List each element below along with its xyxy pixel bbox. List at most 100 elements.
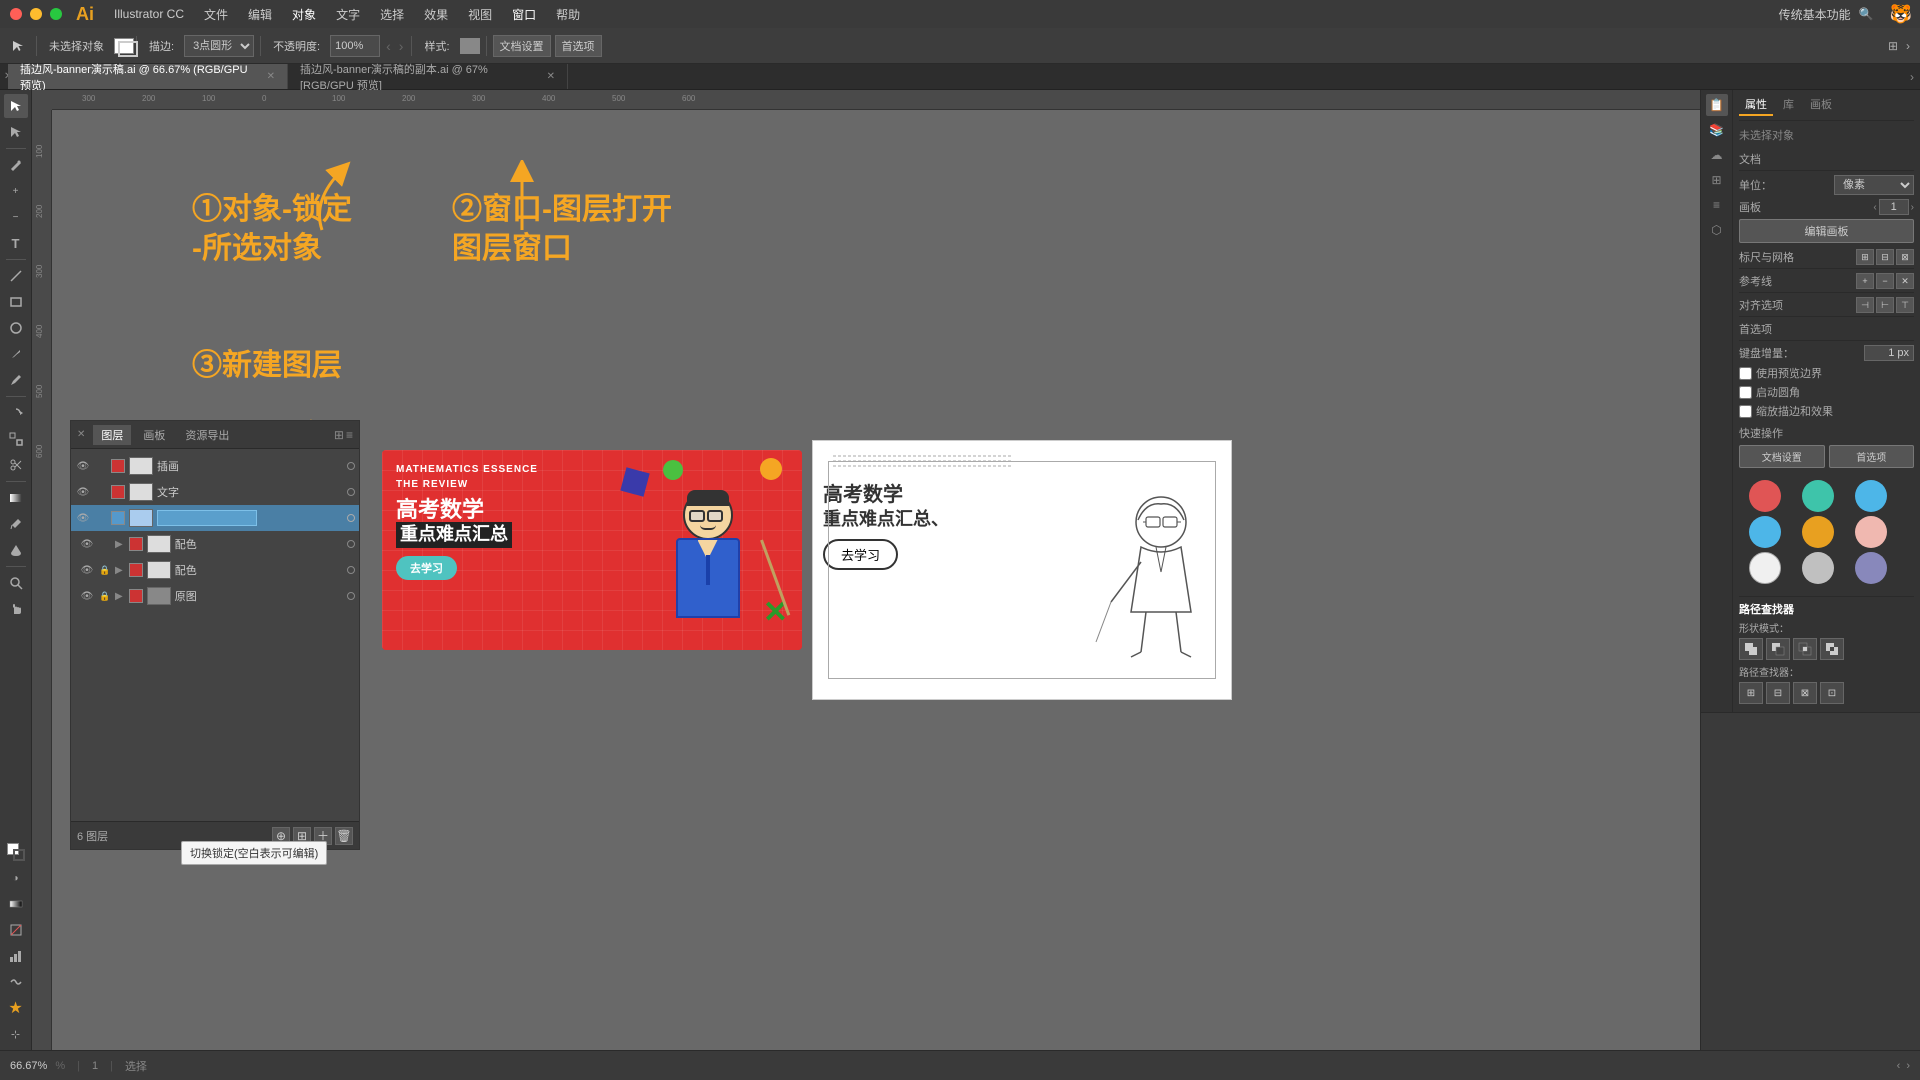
status-nav-right[interactable]: ›: [1906, 1060, 1910, 1072]
minimize-button[interactable]: [30, 8, 42, 20]
clear-guide-icon[interactable]: ✕: [1896, 273, 1914, 289]
menu-object[interactable]: 对象: [284, 4, 324, 25]
paint-bucket-tool[interactable]: [4, 538, 28, 562]
eyedropper-tool[interactable]: [4, 512, 28, 536]
properties-icon[interactable]: 📋: [1706, 94, 1728, 116]
artboard-next[interactable]: ›: [1911, 202, 1914, 213]
color-swatch-purple[interactable]: [1855, 552, 1887, 584]
unit-select[interactable]: 像素: [1834, 175, 1914, 195]
snap-bounds-checkbox[interactable]: [1739, 367, 1752, 380]
maximize-button[interactable]: [50, 8, 62, 20]
layer-eye-color1[interactable]: 👁: [79, 536, 95, 552]
pathfinder-icon[interactable]: ⬡: [1706, 219, 1728, 241]
layer-expand-color2[interactable]: ▶: [115, 565, 123, 576]
gradient-tool[interactable]: [4, 486, 28, 510]
rp-tab-artboards[interactable]: 画板: [1804, 94, 1838, 116]
color-swatch-blue[interactable]: [1855, 480, 1887, 512]
color-swatch-red[interactable]: [1749, 480, 1781, 512]
brush-tool[interactable]: [4, 342, 28, 366]
remove-anchor-tool[interactable]: −: [4, 205, 28, 229]
menu-edit[interactable]: 编辑: [240, 4, 280, 25]
scissors-tool[interactable]: [4, 453, 28, 477]
menu-window[interactable]: 窗口: [504, 4, 544, 25]
layer-eye-illustration[interactable]: 👁: [75, 458, 91, 474]
pen-tool[interactable]: [4, 153, 28, 177]
menu-text[interactable]: 文字: [328, 4, 368, 25]
snapping-icon[interactable]: ⊠: [1896, 249, 1914, 265]
scale-tool[interactable]: [4, 427, 28, 451]
ellipse-tool[interactable]: [4, 316, 28, 340]
merge-btn[interactable]: ⊠: [1793, 682, 1817, 704]
canvas-area[interactable]: 300 200 100 0 100 200 300 400 500 600 10…: [32, 90, 1700, 1050]
layer-eye-color2[interactable]: 👁: [79, 562, 95, 578]
menu-file[interactable]: 文件: [196, 4, 236, 25]
scale-effects-checkbox[interactable]: [1739, 405, 1752, 418]
quick-doc-settings-btn[interactable]: 文档设置: [1739, 445, 1825, 468]
banner-button[interactable]: 去学习: [396, 556, 457, 580]
menu-help[interactable]: 帮助: [548, 4, 588, 25]
layer-name-input[interactable]: [157, 510, 257, 526]
doc-settings-button[interactable]: 文档设置: [493, 35, 551, 57]
menu-view[interactable]: 视图: [460, 4, 500, 25]
prefs-button[interactable]: 首选项: [555, 35, 602, 57]
shape-selector[interactable]: 3点圆形: [184, 35, 254, 57]
layer-lock-text[interactable]: [95, 486, 107, 498]
starburst-tool[interactable]: ★: [4, 996, 28, 1020]
rp-tab-library[interactable]: 库: [1777, 94, 1800, 116]
align-icon[interactable]: ≡: [1706, 194, 1728, 216]
delete-layer-btn[interactable]: 🗑: [335, 827, 353, 845]
opacity-arrow-right[interactable]: ›: [397, 38, 406, 54]
layer-expand-original[interactable]: ▶: [115, 591, 123, 602]
type-tool[interactable]: T: [4, 231, 28, 255]
layers-tab-artboards[interactable]: 画板: [135, 425, 173, 445]
layer-lock-color1[interactable]: [99, 538, 111, 550]
ruler-icon[interactable]: ⊞: [1856, 249, 1874, 265]
remove-guide-icon[interactable]: −: [1876, 273, 1894, 289]
selection-tool-icon[interactable]: [4, 94, 28, 118]
align-right-icon[interactable]: ⊤: [1896, 297, 1914, 313]
transform-icon[interactable]: ⊞: [1706, 169, 1728, 191]
chart-tool[interactable]: [4, 944, 28, 968]
color-swatch-teal[interactable]: [1802, 480, 1834, 512]
layer-name-editing[interactable]: [157, 510, 343, 526]
divide-btn[interactable]: ⊞: [1739, 682, 1763, 704]
fill-swatch[interactable]: [114, 37, 130, 55]
crop-btn[interactable]: ⊡: [1820, 682, 1844, 704]
cc-library-icon[interactable]: ☁: [1706, 144, 1728, 166]
color-mode-icon[interactable]: ◑: [4, 866, 28, 890]
tab-2[interactable]: 插边风-banner演示稿的副本.ai @ 67% [RGB/GPU 预览] ✕: [288, 64, 568, 89]
none-swatch[interactable]: [4, 918, 28, 942]
layers-menu-icon[interactable]: ≡: [346, 428, 353, 442]
line-tool[interactable]: [4, 264, 28, 288]
layer-eye-editing[interactable]: 👁: [75, 510, 91, 526]
color-swatch-white[interactable]: [1749, 552, 1781, 584]
layers-tab-assets[interactable]: 资源导出: [177, 425, 237, 445]
minus-front-btn[interactable]: [1766, 638, 1790, 660]
quick-prefs-btn[interactable]: 首选项: [1829, 445, 1915, 468]
align-left-icon[interactable]: ⊣: [1856, 297, 1874, 313]
warp-tool[interactable]: [4, 970, 28, 994]
color-swatch-lightblue[interactable]: [1749, 516, 1781, 548]
tab-new[interactable]: ✕: [0, 64, 8, 89]
color-swatch-orange[interactable]: [1802, 516, 1834, 548]
round-corners-checkbox[interactable]: [1739, 386, 1752, 399]
hand-tool[interactable]: [4, 597, 28, 621]
color-swatch-pink[interactable]: [1855, 516, 1887, 548]
pencil-tool[interactable]: [4, 368, 28, 392]
rotate-tool[interactable]: [4, 401, 28, 425]
tab-2-close[interactable]: ✕: [547, 71, 555, 82]
fill-stroke-control[interactable]: [4, 840, 28, 864]
tab-arrange-icon[interactable]: ›: [1910, 70, 1914, 84]
color-swatch-gray[interactable]: [1802, 552, 1834, 584]
layer-row-text[interactable]: 👁 文字: [71, 479, 359, 505]
opacity-input[interactable]: [330, 35, 380, 57]
menu-effect[interactable]: 效果: [416, 4, 456, 25]
layers-collapse-icon[interactable]: ⊞: [334, 428, 344, 442]
layer-row-editing[interactable]: 👁: [71, 505, 359, 531]
keyboard-increment-input[interactable]: [1864, 345, 1914, 361]
library-icon[interactable]: 📚: [1706, 119, 1728, 141]
unite-btn[interactable]: [1739, 638, 1763, 660]
menu-select[interactable]: 选择: [372, 4, 412, 25]
edit-artboard-button[interactable]: 编辑画板: [1739, 219, 1914, 243]
layers-tab-layers[interactable]: 图层: [93, 425, 131, 445]
